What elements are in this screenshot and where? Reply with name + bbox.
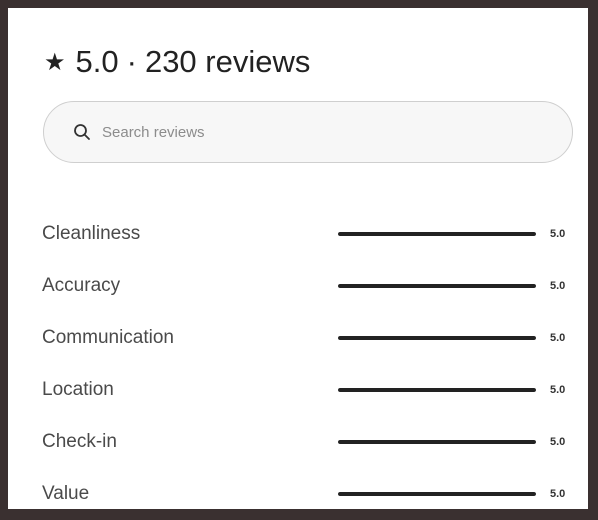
rating-value: 5.0	[550, 436, 566, 448]
rating-value: 5.0	[550, 488, 566, 500]
rating-value: 5.0	[550, 280, 566, 292]
reviews-header: ★ 5.0 · 230 reviews	[44, 42, 310, 82]
title-separator: ·	[126, 44, 137, 79]
rating-label: Value	[42, 483, 90, 504]
rating-label: Accuracy	[42, 275, 121, 296]
rating-bar	[338, 232, 536, 236]
rating-bar-fill	[338, 440, 536, 444]
rating-bar-fill	[338, 492, 536, 496]
rating-row-cleanliness: Cleanliness 5.0	[42, 208, 572, 260]
rating-bar-fill	[338, 388, 536, 392]
rating-bar	[338, 492, 536, 496]
rating-label: Cleanliness	[42, 223, 141, 244]
rating-bar	[338, 336, 536, 340]
search-icon	[72, 122, 92, 142]
reviews-count: 230 reviews	[144, 44, 311, 79]
rating-bar-fill	[338, 284, 536, 288]
reviews-panel: ★ 5.0 · 230 reviews Cleanliness 5.0 Accu…	[8, 8, 588, 509]
rating-row-accuracy: Accuracy 5.0	[42, 260, 572, 312]
rating-value: 5.0	[550, 228, 566, 240]
rating-label: Location	[42, 379, 114, 400]
rating-row-communication: Communication 5.0	[42, 312, 572, 364]
search-reviews-box[interactable]	[43, 101, 573, 163]
rating-label: Check-in	[42, 431, 117, 452]
rating-value: 5.0	[550, 384, 566, 396]
category-ratings: Cleanliness 5.0 Accuracy 5.0 Communicati…	[42, 208, 572, 520]
rating-bar-fill	[338, 336, 536, 340]
rating-value: 5.0	[550, 332, 566, 344]
rating-row-value: Value 5.0	[42, 468, 572, 520]
rating-bar-fill	[338, 232, 536, 236]
star-icon: ★	[44, 49, 66, 76]
overall-rating: 5.0	[75, 44, 119, 79]
rating-row-location: Location 5.0	[42, 364, 572, 416]
rating-bar	[338, 284, 536, 288]
rating-label: Communication	[42, 327, 174, 348]
search-input[interactable]	[102, 123, 522, 141]
rating-bar	[338, 388, 536, 392]
rating-row-check-in: Check-in 5.0	[42, 416, 572, 468]
rating-bar	[338, 440, 536, 444]
